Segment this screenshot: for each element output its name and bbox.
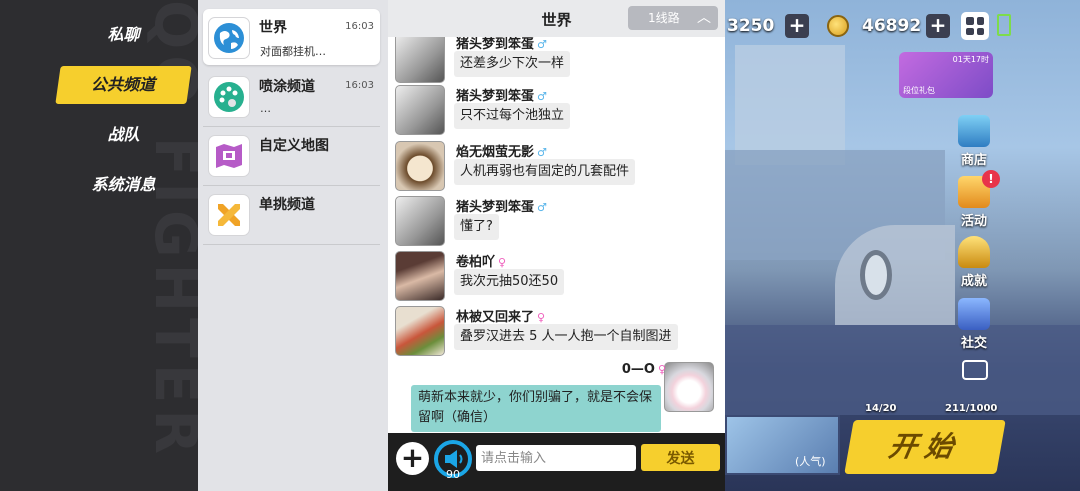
event-timer: 01天17时 — [952, 55, 989, 64]
background-disc — [860, 250, 892, 300]
social-icon — [958, 298, 990, 330]
menu-grid-button[interactable] — [961, 12, 989, 40]
message-item: 猪头梦到笨蛋 ♂ 只不过每个池独立 — [388, 85, 725, 140]
avatar[interactable] — [664, 362, 714, 412]
channel-name: 自定义地图 — [259, 138, 329, 154]
channel-preview: 对面都挂机… — [260, 45, 326, 58]
currency-1-value: 3250 — [727, 16, 775, 36]
popularity-panel[interactable]: (人气) — [725, 415, 840, 475]
popularity-label: (人气) — [795, 455, 826, 468]
avatar[interactable] — [395, 85, 445, 135]
stat-1: 14/20 — [865, 403, 897, 414]
achievement-button[interactable]: 成就 — [953, 236, 995, 289]
channel-time: 16:03 — [345, 21, 374, 32]
message-item: 猪头梦到笨蛋 ♂ 还差多少下次一样 — [388, 37, 725, 88]
game-background: 3250 + 46892 + 01天17时 段位礼包 商店 活动 ! 成就 社交… — [725, 0, 1080, 491]
channel-list: 世界 16:03 对面都挂机… 喷涂频道 16:03 … 自定义地图 单挑频道 — [198, 0, 388, 491]
coin-icon — [827, 15, 849, 37]
message-list[interactable]: 猪头梦到笨蛋 ♂ 还差多少下次一样 猪头梦到笨蛋 ♂ 只不过每个池独立 焰无烟萤无影… — [388, 37, 725, 433]
message-bubble: 只不过每个池独立 — [454, 103, 571, 129]
globe-icon — [208, 17, 250, 59]
palette-icon — [208, 76, 250, 118]
avatar[interactable] — [395, 196, 445, 246]
message-username: 林被又回来了 ♀ — [456, 310, 546, 325]
message-bubble: 懂了? — [454, 214, 499, 240]
channel-preview: … — [260, 102, 271, 115]
message-username: 焰无烟萤无影 ♂ — [456, 145, 547, 160]
social-button[interactable]: 社交 — [953, 298, 995, 351]
channel-name: 喷涂频道 — [259, 79, 315, 95]
message-item: 猪头梦到笨蛋 ♂ 懂了? — [388, 196, 725, 251]
crossed-swords-icon — [208, 194, 250, 236]
battery-icon — [997, 14, 1011, 36]
start-button[interactable]: 开始 — [844, 420, 1006, 474]
avatar[interactable] — [395, 37, 445, 83]
male-icon: ♂ — [537, 38, 547, 51]
message-bubble: 叠罗汉进去 5 人一人抱一个自制图进 — [454, 324, 678, 350]
shop-button[interactable]: 商店 — [953, 115, 995, 168]
chevron-up-icon: ︿ — [697, 10, 711, 26]
avatar[interactable] — [395, 306, 445, 356]
currency-2-value: 46892 — [862, 16, 922, 36]
add-currency-1-button[interactable]: + — [785, 14, 809, 38]
male-icon: ♂ — [537, 146, 547, 159]
input-bar: + 90 发送 — [388, 433, 725, 491]
male-icon: ♂ — [537, 90, 547, 103]
stat-2: 211/1000 — [945, 403, 998, 414]
send-button[interactable]: 发送 — [641, 444, 720, 471]
female-icon: ♀ — [498, 256, 507, 269]
nav-system-messages[interactable]: 系统消息 — [58, 166, 189, 204]
nav-team[interactable]: 战队 — [58, 116, 189, 154]
notification-badge-icon: ! — [982, 170, 1000, 188]
message-item: 卷柏吖 ♀ 我次元抽50还50 — [388, 251, 725, 306]
male-icon: ♂ — [537, 201, 547, 214]
divider — [203, 244, 380, 245]
message-username: 猪头梦到笨蛋 ♂ — [456, 37, 547, 52]
plus-button[interactable]: + — [396, 442, 429, 475]
add-currency-2-button[interactable]: + — [926, 14, 950, 38]
speaker-count: 90 — [446, 468, 460, 481]
map-icon — [208, 135, 250, 177]
female-icon: ♀ — [657, 363, 666, 376]
left-nav: QQ FIGHTER 私聊 公共频道 战队 系统消息 — [0, 0, 198, 491]
line-selector-button[interactable]: 1线路 ︿ — [628, 6, 718, 30]
message-username: 猪头梦到笨蛋 ♂ — [456, 89, 547, 104]
message-item: 焰无烟萤无影 ♂ 人机再弱也有固定的几套配件 — [388, 141, 725, 196]
channel-duel[interactable]: 单挑频道 — [203, 186, 380, 242]
channel-world[interactable]: 世界 16:03 对面都挂机… — [203, 9, 380, 65]
chat-header: 世界 1线路 ︿ — [388, 0, 725, 37]
chat-panel: 世界 1线路 ︿ 猪头梦到笨蛋 ♂ 还差多少下次一样 猪头梦到笨蛋 ♂ 只不过每个池… — [388, 0, 725, 491]
channel-name: 世界 — [259, 20, 287, 36]
shop-icon — [958, 115, 990, 147]
message-input[interactable] — [476, 445, 636, 471]
message-bubble: 我次元抽50还50 — [454, 269, 565, 295]
nav-public-channel[interactable]: 公共频道 — [55, 66, 192, 104]
channel-time: 16:03 — [345, 80, 374, 91]
event-label: 段位礼包 — [903, 86, 935, 95]
trophy-icon — [958, 236, 990, 268]
nav-private-chat[interactable]: 私聊 — [58, 16, 189, 54]
background-floor — [725, 325, 1080, 415]
channel-name: 单挑频道 — [259, 197, 315, 213]
message-item-mine: 0—O ♀ 萌新本来就少，你们别骗了，就是不会保留啊（确信） — [388, 362, 725, 433]
message-username: 猪头梦到笨蛋 ♂ — [456, 200, 547, 215]
message-username: 0—O ♀ — [621, 362, 666, 377]
message-username: 卷柏吖 ♀ — [456, 255, 507, 270]
message-item: 林被又回来了 ♀ 叠罗汉进去 5 人一人抱一个自制图进 — [388, 306, 725, 361]
avatar[interactable] — [395, 251, 445, 301]
avatar[interactable] — [395, 141, 445, 191]
message-bubble: 萌新本来就少，你们别骗了，就是不会保留啊（确信） — [411, 385, 661, 432]
message-bubble: 还差多少下次一样 — [454, 51, 571, 77]
channel-graffiti[interactable]: 喷涂频道 16:03 … — [203, 68, 380, 124]
background-building — [735, 45, 845, 165]
channel-custom-map[interactable]: 自定义地图 — [203, 127, 380, 183]
event-banner[interactable]: 01天17时 段位礼包 — [899, 52, 993, 98]
chat-toggle-icon[interactable] — [962, 360, 988, 380]
line-selector-label: 1线路 — [648, 11, 680, 25]
female-icon: ♀ — [537, 311, 546, 324]
message-bubble: 人机再弱也有固定的几套配件 — [454, 159, 636, 185]
